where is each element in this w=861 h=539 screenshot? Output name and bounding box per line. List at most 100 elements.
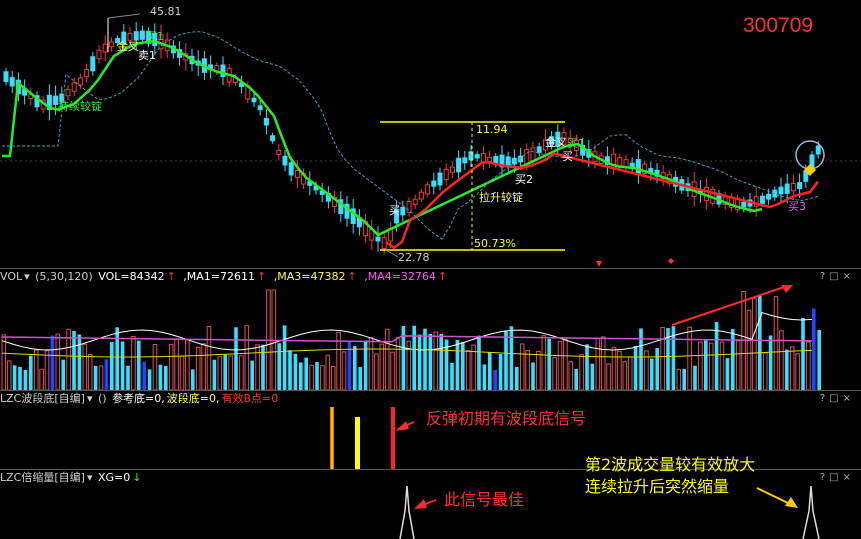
pane-controls[interactable]: ?□× (820, 391, 855, 407)
volume-bar (547, 338, 551, 390)
volume-bar (330, 365, 336, 390)
volume-bar (627, 356, 633, 390)
volume-bar (29, 355, 33, 390)
pane-controls[interactable]: ?□× (820, 269, 855, 285)
volume-bar (72, 330, 76, 390)
volume-bar (223, 354, 227, 390)
volume-bar (244, 325, 250, 390)
sell-label-1: 买1 (146, 30, 164, 43)
volume-bar (142, 361, 146, 390)
volume-bar (611, 346, 617, 390)
volume-bar (568, 361, 574, 390)
volume-bar (795, 353, 800, 390)
candle (400, 206, 406, 216)
volume-bar (461, 342, 465, 390)
low-price-label: 22.78 (398, 251, 430, 264)
volume-bar (212, 359, 217, 390)
box-percent-label: 50.73% (474, 237, 516, 250)
volume-bar (773, 296, 779, 390)
signal-dot-marker (668, 258, 674, 264)
volume-bar (482, 364, 487, 390)
candle (282, 155, 288, 166)
candle (53, 95, 59, 105)
volume-bar (164, 365, 168, 390)
volume-chart[interactable] (0, 285, 861, 390)
volume-bar (228, 355, 233, 390)
candle (288, 162, 294, 176)
sell-arrow-marker (596, 261, 602, 267)
candle (766, 193, 772, 200)
volume-bar (758, 295, 762, 390)
shrink-signal-spike-1 (399, 486, 415, 539)
buy-label-mid: 买 (562, 150, 573, 163)
volume-bar (363, 340, 368, 390)
volume-bar (390, 351, 395, 390)
lzc-ref-label: 参考底=0, (112, 392, 165, 405)
volume-bar (299, 362, 303, 390)
volume-bar (18, 366, 22, 390)
lzc-band-name[interactable]: LZC波段底[自编] ▾ (0, 392, 92, 405)
candle (418, 191, 424, 200)
volume-bar (650, 358, 654, 390)
volume-bar (325, 354, 331, 390)
volume-bar (304, 357, 308, 390)
shrink-signal-spike-2 (802, 486, 820, 539)
volume-bar (752, 297, 757, 390)
lzc-band-label: 波段底=0, (166, 392, 220, 405)
volume-ma1: ,MA1=72611 ↑ (183, 270, 267, 283)
lzc-xg-label: XG=0 ↓ (97, 471, 142, 484)
volume-bar (465, 350, 471, 390)
volume-bar (110, 341, 114, 390)
lzc-shrink-name[interactable]: LZC倍缩量[自编] ▾ (0, 471, 92, 484)
volume-bar (817, 329, 821, 390)
volume-bar (250, 360, 254, 390)
volume-bar (693, 365, 697, 390)
candle (815, 145, 821, 155)
volume-chart-pane[interactable] (0, 285, 861, 390)
volume-bar (282, 325, 287, 390)
volume-bar (714, 321, 719, 390)
volume-bar (779, 330, 784, 390)
volume-bar (417, 334, 422, 390)
price-chart-pane[interactable]: 300709 45.81 22.78 11.94 50.73% 金叉 卖1 买1… (0, 0, 861, 268)
candle (741, 201, 747, 208)
volume-bar (55, 333, 61, 390)
volume-bar (639, 328, 643, 390)
volume-arrow-head (781, 285, 794, 293)
volume-bar (762, 352, 768, 390)
volume-params: (5,30,120) (35, 270, 93, 283)
stock-code: 300709 (743, 14, 814, 37)
lzc-shrink-chart[interactable] (0, 486, 861, 539)
volume-bar (552, 357, 557, 390)
volume-bar (174, 338, 179, 390)
volume-value: VOL=84342 ↑ (98, 270, 176, 283)
lzc-shrink-pane[interactable]: 此信号最佳 第2波成交量较有效放大 连续拉升后突然缩量 (0, 455, 861, 539)
annotation-arrow-3 (756, 487, 791, 505)
candle (480, 153, 486, 163)
volume-bar (217, 356, 223, 390)
volume-bar (536, 350, 541, 390)
volume-bar (239, 355, 244, 390)
candle (474, 154, 480, 159)
volume-bar (633, 345, 638, 390)
pane-controls[interactable]: ?□× (820, 470, 855, 486)
volume-bar (433, 331, 439, 390)
volume-bar (725, 358, 730, 390)
volume-bar (455, 339, 460, 390)
volume-bar (746, 309, 752, 390)
volume-bar (158, 364, 163, 390)
volume-bar (606, 363, 611, 390)
candle (635, 159, 641, 175)
candle (505, 156, 511, 167)
volume-ma4: ,MA4=32764 ↑ (364, 270, 448, 283)
volume-bar (98, 365, 104, 390)
buy-label-low: 买 (389, 204, 400, 217)
candle (487, 156, 493, 163)
volume-bar (731, 329, 735, 390)
volume-bar (504, 330, 508, 390)
volume-bar (168, 344, 174, 390)
band-signal-bar-2 (355, 417, 360, 469)
candle (9, 77, 15, 87)
buy-label-3: 买3 (788, 200, 806, 213)
volume-indicator-name[interactable]: VOL ▾ (0, 270, 30, 283)
